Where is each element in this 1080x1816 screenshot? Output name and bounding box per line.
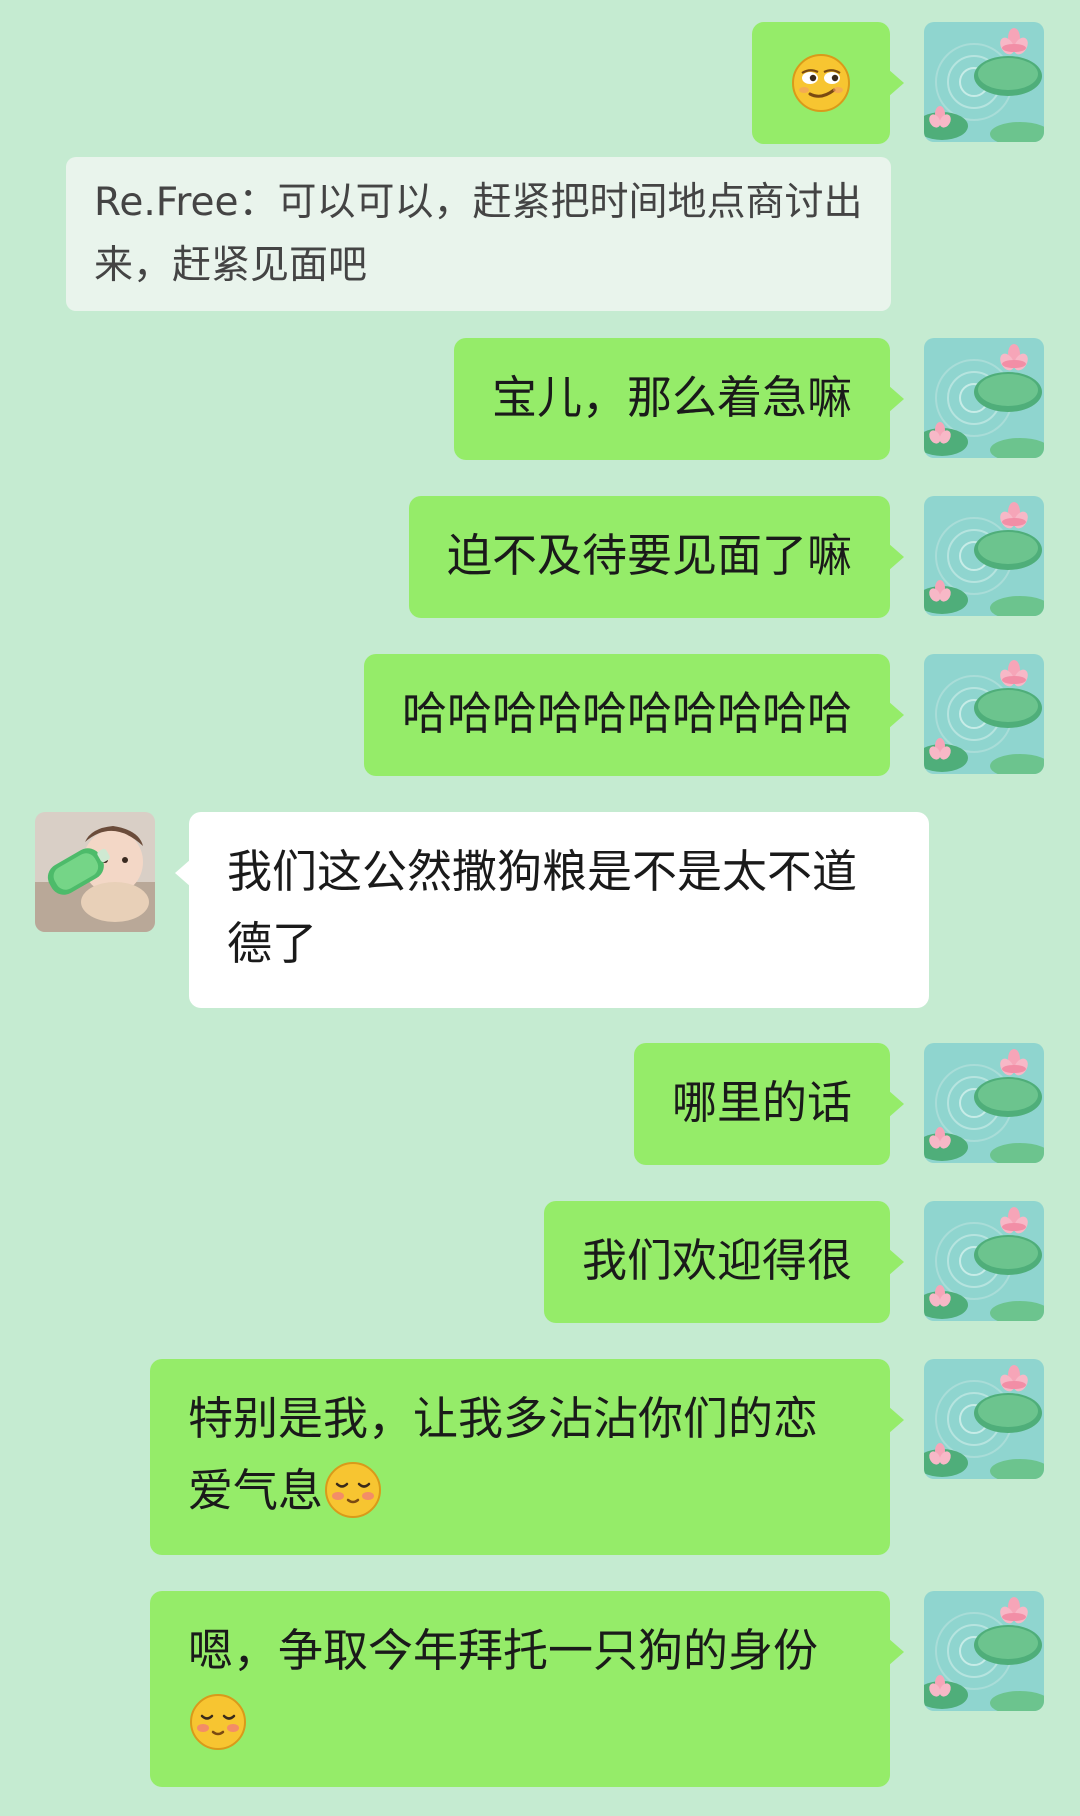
message-row: 哪里的话 [0,1043,1080,1165]
message-row: 宝儿，那么着急嘛 [0,338,1080,460]
message-row: 我们欢迎得很 [0,1201,1080,1323]
shy-face-icon [323,1460,383,1520]
quote-sender: Re.Free [94,180,239,225]
message-bubble[interactable]: 我们这公然撒狗粮是不是太不道德了 [175,812,929,1008]
shy-face-icon [188,1692,248,1752]
my-avatar[interactable] [924,338,1044,458]
message-row: 我们这公然撒狗粮是不是太不道德了 [0,812,1080,1008]
lotus-pond-avatar-icon [924,22,1044,142]
other-avatar[interactable] [35,812,155,932]
message-bubble[interactable]: 特别是我，让我多沾沾你们的恋爱气息 [150,1359,904,1555]
smirk-face-icon [790,52,850,112]
message-bubble[interactable]: 宝儿，那么着急嘛 [453,338,905,460]
message-text: 我们欢迎得很 [581,1234,852,1287]
quoted-message[interactable]: Re.Free：可以可以，赶紧把时间地点商讨出来，赶紧见面吧 [66,157,891,311]
message-text: 迫不及待要见面了嘛 [446,529,852,582]
message-text: 特别是我，让我多沾沾你们的恋爱气息 [188,1392,819,1517]
my-avatar[interactable] [924,1591,1044,1711]
my-avatar[interactable] [924,496,1044,616]
lotus-pond-avatar-icon [924,1201,1044,1321]
message-row: 嗯，争取今年拜托一只狗的身份 [0,1591,1080,1787]
message-bubble[interactable]: 哈哈哈哈哈哈哈哈哈哈 [363,654,905,776]
message-text: 宝儿，那么着急嘛 [491,371,852,424]
message-row: 特别是我，让我多沾沾你们的恋爱气息 [0,1359,1080,1555]
message-text: 嗯，争取今年拜托一只狗的身份 [188,1624,819,1677]
lotus-pond-avatar-icon [924,1591,1044,1711]
lotus-pond-avatar-icon [924,338,1044,458]
message-row: 哈哈哈哈哈哈哈哈哈哈 [0,654,1080,776]
message-bubble[interactable] [752,22,904,144]
lotus-pond-avatar-icon [924,1043,1044,1163]
my-avatar[interactable] [924,1043,1044,1163]
baby-with-bottle-avatar-icon [35,812,155,932]
message-text: 哈哈哈哈哈哈哈哈哈哈 [401,687,852,740]
message-text: 我们这公然撒狗粮是不是太不道德了 [227,845,858,970]
message-row [0,22,1080,144]
message-bubble[interactable]: 哪里的话 [633,1043,905,1165]
message-bubble[interactable]: 嗯，争取今年拜托一只狗的身份 [150,1591,904,1787]
message-bubble[interactable]: 我们欢迎得很 [543,1201,905,1323]
my-avatar[interactable] [924,22,1044,142]
my-avatar[interactable] [924,1359,1044,1479]
lotus-pond-avatar-icon [924,1359,1044,1479]
lotus-pond-avatar-icon [924,496,1044,616]
lotus-pond-avatar-icon [924,654,1044,774]
my-avatar[interactable] [924,1201,1044,1321]
message-row: 迫不及待要见面了嘛 [0,496,1080,618]
message-bubble[interactable]: 迫不及待要见面了嘛 [408,496,905,618]
my-avatar[interactable] [924,654,1044,774]
quote-separator: ： [238,180,278,225]
message-text: 哪里的话 [671,1076,852,1129]
